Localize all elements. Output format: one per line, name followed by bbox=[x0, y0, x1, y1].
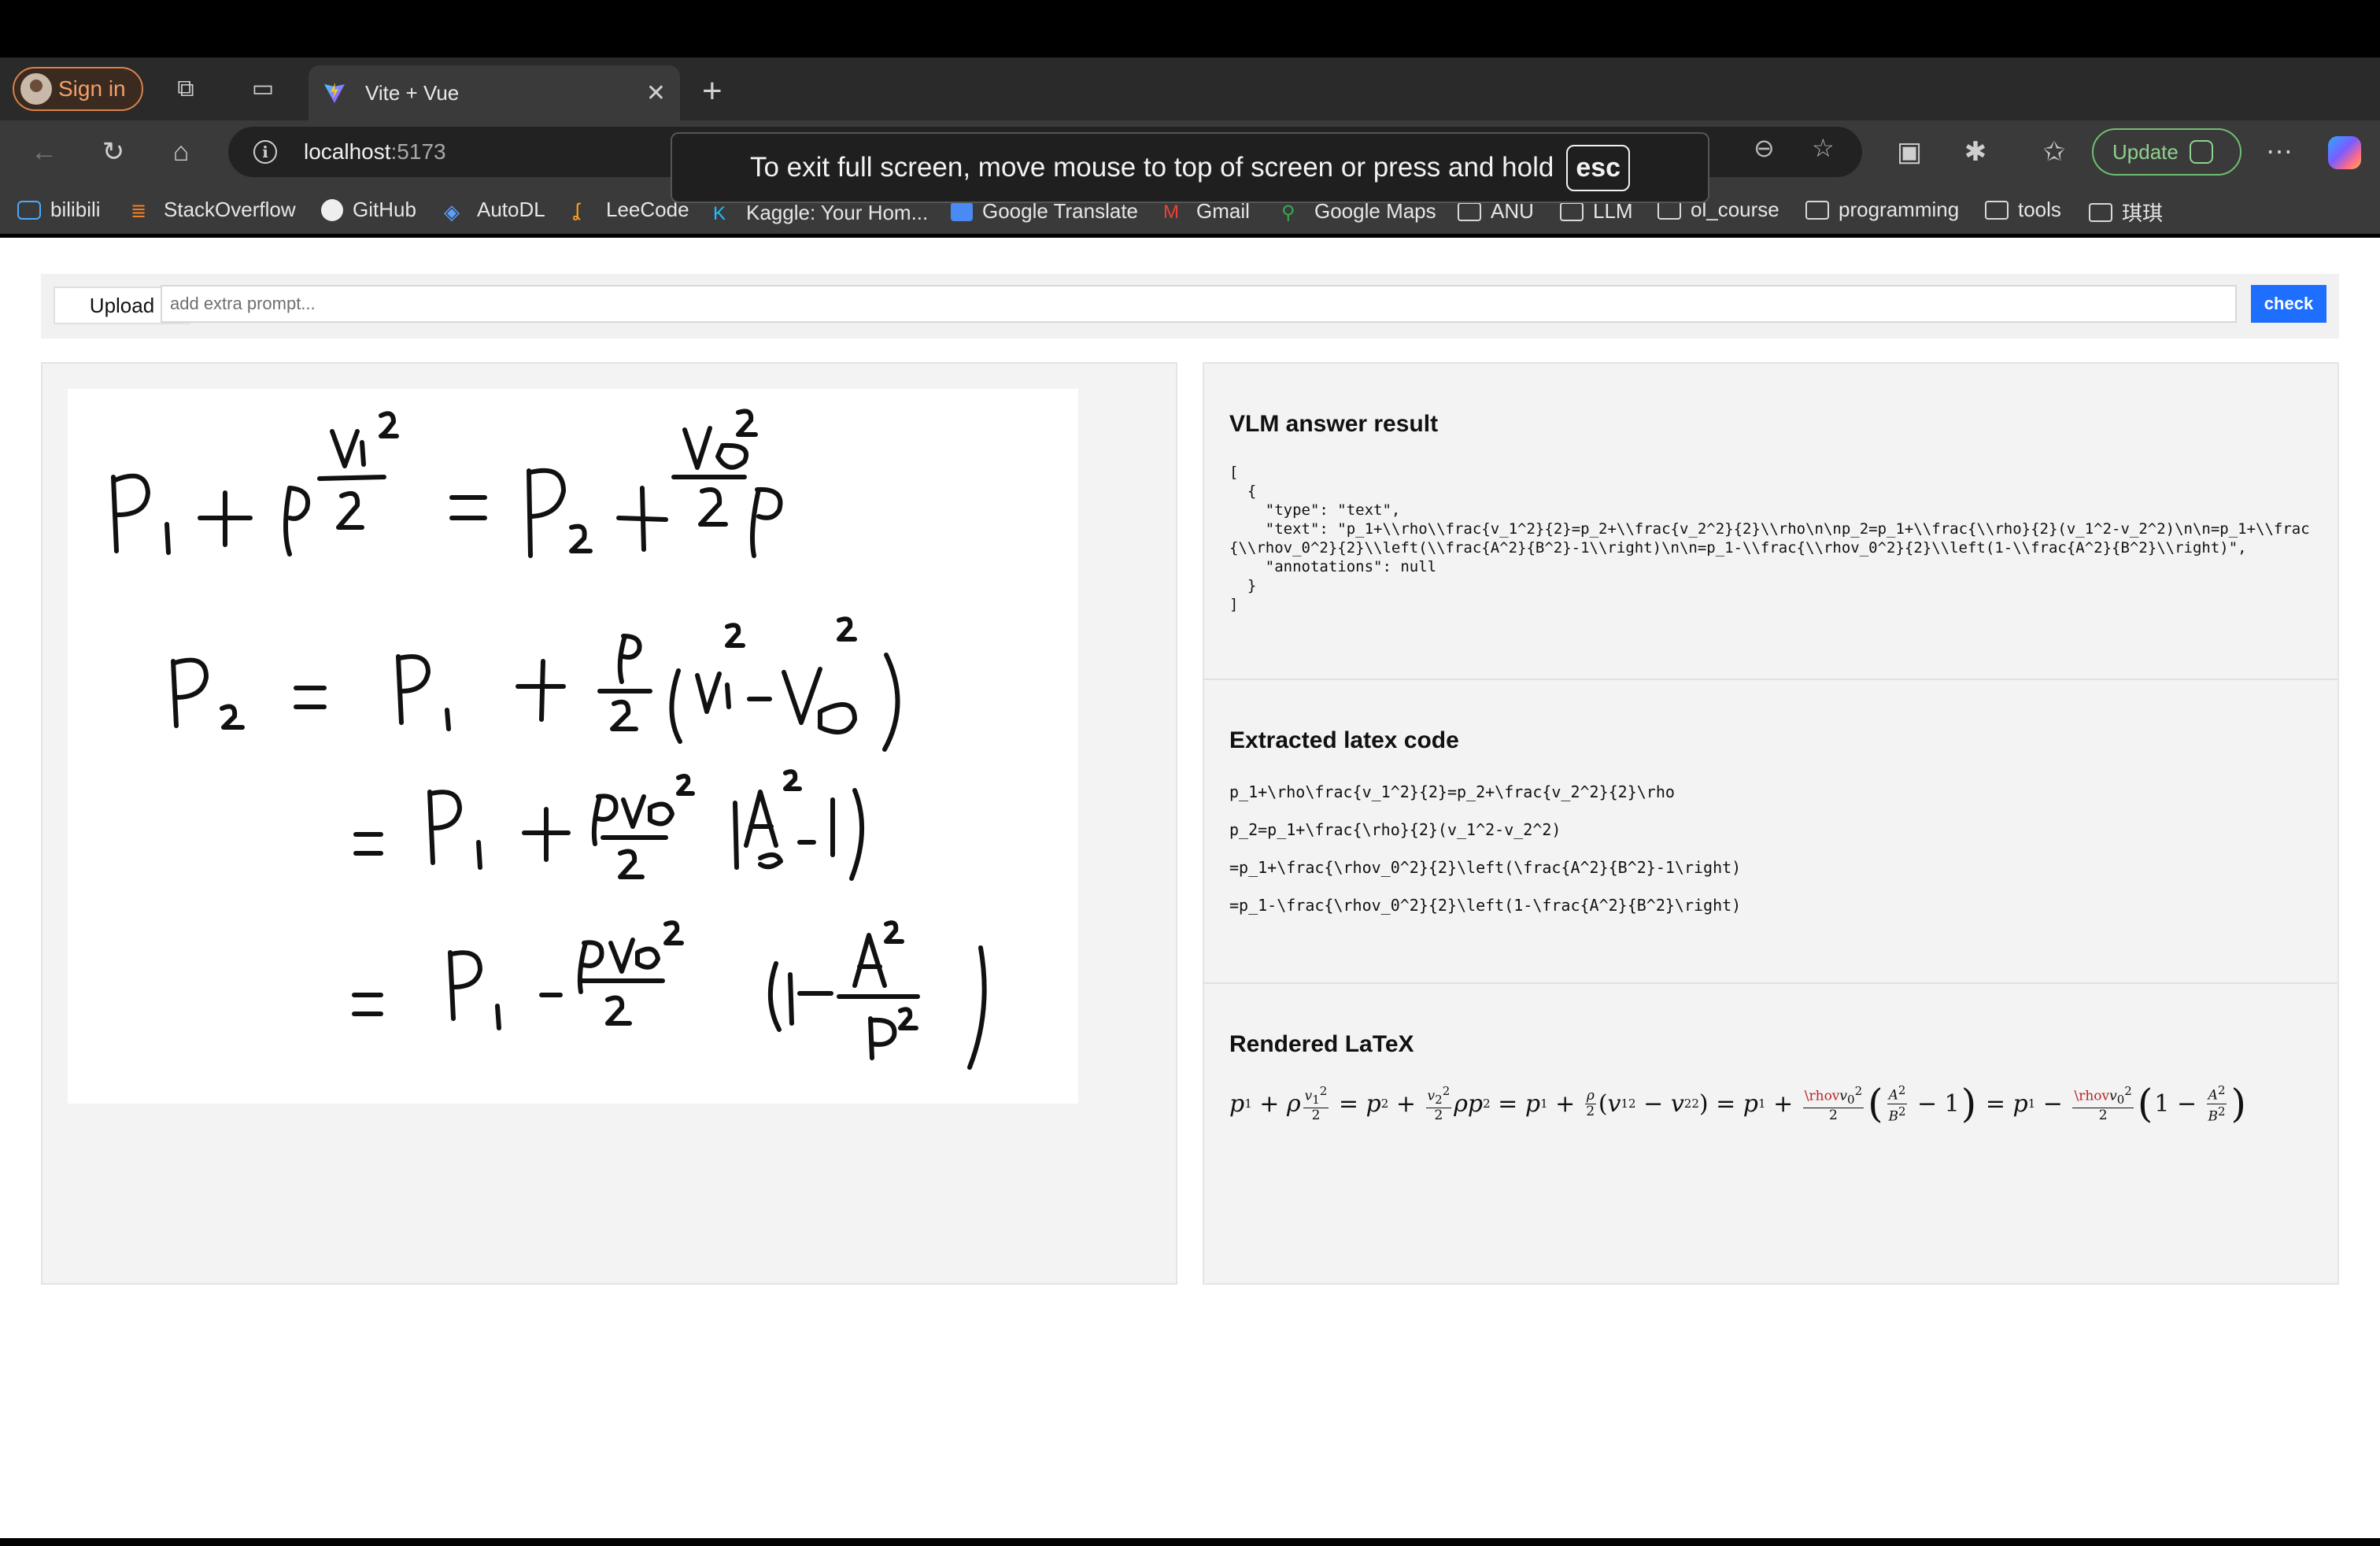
latex-error-token: \rhov bbox=[1804, 1088, 1840, 1104]
browser-tab-bar: Sign in ⧉ ▭ Vite + Vue ✕ + bbox=[0, 57, 2380, 120]
autodl-icon: ◈ bbox=[444, 199, 460, 224]
update-button[interactable]: Update bbox=[2092, 128, 2241, 176]
back-icon[interactable]: ← bbox=[27, 135, 61, 169]
sign-in-label: Sign in bbox=[58, 76, 126, 101]
translate-icon bbox=[951, 202, 973, 221]
upload-bar: Upload check bbox=[41, 274, 2339, 338]
extensions-puzzle-icon[interactable]: ✱ bbox=[1958, 135, 1993, 169]
tab-vite-vue[interactable]: Vite + Vue ✕ bbox=[309, 65, 680, 120]
page-content: Upload check bbox=[0, 238, 2380, 1538]
esc-key: esc bbox=[1566, 144, 1631, 191]
latex-code-section: Extracted latex code p_1+\rho\frac{v_1^2… bbox=[1204, 679, 2338, 982]
avatar bbox=[20, 73, 52, 105]
bookmark-github[interactable]: GitHub bbox=[321, 198, 416, 222]
fullscreen-notice-text: To exit full screen, move mouse to top o… bbox=[749, 152, 1554, 183]
bookmark-label: GitHub bbox=[353, 198, 416, 221]
rendered-latex-section: Rendered LaTeX p1 + ρ v12 2 = p2 + v22 2 ρ… bbox=[1204, 982, 2338, 1282]
maps-icon: ⚲ bbox=[1281, 202, 1295, 224]
folder-icon bbox=[1805, 200, 1829, 220]
url-host: localhost bbox=[304, 139, 391, 164]
leetcode-icon: ʆ bbox=[573, 199, 580, 221]
sign-in-button[interactable]: Sign in bbox=[13, 67, 143, 111]
tab-actions-icon[interactable]: ▭ bbox=[250, 76, 275, 102]
bookmark-kaggle[interactable]: K Kaggle: Your Hom... bbox=[713, 201, 928, 225]
bookmark-folder-tools[interactable]: tools bbox=[1985, 198, 2061, 222]
bookmark-autodl[interactable]: ◈ AutoDL bbox=[444, 198, 545, 224]
fullscreen-notice: To exit full screen, move mouse to top o… bbox=[671, 132, 1709, 203]
new-tab-button[interactable]: + bbox=[702, 72, 722, 111]
folder-icon bbox=[1560, 202, 1584, 221]
url-port: :5173 bbox=[390, 139, 446, 164]
browser-essentials-icon bbox=[2189, 140, 2213, 164]
github-icon bbox=[321, 198, 343, 221]
tab-title: Vite + Vue bbox=[365, 80, 460, 105]
latex-line: p_1+\rho\frac{v_1^2}{2}=p_2+\frac{v_2^2}… bbox=[1229, 782, 1675, 801]
bookmark-stackoverflow[interactable]: ≣ StackOverflow bbox=[131, 198, 296, 222]
bookmark-bilibili[interactable]: bilibili bbox=[17, 198, 101, 222]
folder-icon bbox=[1985, 200, 2009, 220]
bookmark-label: StackOverflow bbox=[164, 198, 296, 221]
vite-icon bbox=[324, 83, 345, 103]
extension-icon[interactable]: ▣ bbox=[1892, 135, 1927, 169]
results-panel: VLM answer result [ { "type": "text", "t… bbox=[1203, 362, 2339, 1285]
latex-code-title: Extracted latex code bbox=[1229, 727, 1459, 753]
latex-error-token: \rhov bbox=[2074, 1088, 2110, 1104]
update-label: Update bbox=[2112, 139, 2179, 164]
handwritten-equation-image bbox=[111, 409, 987, 1070]
stackoverflow-icon: ≣ bbox=[131, 200, 147, 222]
bookmark-label: AutoDL bbox=[477, 198, 545, 221]
handwritten-image bbox=[68, 389, 1078, 1104]
bookmark-label: 琪琪 bbox=[2122, 202, 2164, 225]
bookmark-label: tools bbox=[2018, 198, 2061, 221]
copilot-icon[interactable] bbox=[2328, 136, 2361, 169]
bookmark-folder-qiqi[interactable]: 琪琪 bbox=[2089, 198, 2163, 227]
folder-icon bbox=[2089, 202, 2112, 222]
rendered-equation: p1 + ρ v12 2 = p2 + v22 2 ρp 2 = p1 + ρ2 (v… bbox=[1229, 1081, 2246, 1127]
gmail-icon: M bbox=[1163, 201, 1179, 223]
site-info-icon[interactable]: i bbox=[253, 140, 277, 164]
favorite-star-icon[interactable]: ☆ bbox=[1812, 133, 1835, 163]
latex-line: p_2=p_1+\frac{\rho}{2}(v_1^2-v_2^2) bbox=[1229, 820, 1561, 839]
vlm-answer-json: [ { "type": "text", "text": "p_1+\\rho\\… bbox=[1229, 464, 2310, 613]
check-button[interactable]: check bbox=[2251, 285, 2326, 323]
reload-icon[interactable]: ↻ bbox=[96, 135, 131, 169]
bilibili-icon bbox=[17, 200, 41, 220]
latex-line: =p_1-\frac{\rhov_0^2}{2}\left(1-\frac{A^… bbox=[1229, 896, 1742, 915]
folder-icon bbox=[1458, 202, 1481, 221]
kaggle-icon: K bbox=[713, 202, 726, 224]
favorites-icon[interactable]: ✩ bbox=[2037, 135, 2071, 169]
zoom-icon[interactable]: ⊖ bbox=[1754, 133, 1775, 163]
rendered-latex-title: Rendered LaTeX bbox=[1229, 1031, 1414, 1057]
bookmark-label: Kaggle: Your Hom... bbox=[746, 201, 929, 224]
workspaces-icon[interactable]: ⧉ bbox=[173, 76, 198, 102]
home-icon[interactable]: ⌂ bbox=[164, 135, 198, 169]
bookmark-label: bilibili bbox=[50, 198, 101, 221]
folder-icon bbox=[1658, 200, 1681, 220]
image-panel bbox=[41, 362, 1177, 1285]
extra-prompt-input[interactable] bbox=[161, 285, 2237, 323]
bookmark-label: programming bbox=[1839, 198, 1960, 221]
bookmark-leecode[interactable]: ʆ LeeCode bbox=[573, 198, 689, 222]
vlm-answer-section: VLM answer result [ { "type": "text", "t… bbox=[1204, 364, 2338, 679]
close-tab-icon[interactable]: ✕ bbox=[646, 80, 666, 107]
latex-code-lines: p_1+\rho\frac{v_1^2}{2}=p_2+\frac{v_2^2}… bbox=[1229, 782, 1741, 934]
bookmark-folder-programming[interactable]: programming bbox=[1805, 198, 1959, 222]
vlm-answer-title: VLM answer result bbox=[1229, 411, 1439, 437]
more-menu-icon[interactable]: ⋯ bbox=[2262, 135, 2297, 169]
latex-line: =p_1+\frac{\rhov_0^2}{2}\left(\frac{A^2}… bbox=[1229, 858, 1742, 877]
